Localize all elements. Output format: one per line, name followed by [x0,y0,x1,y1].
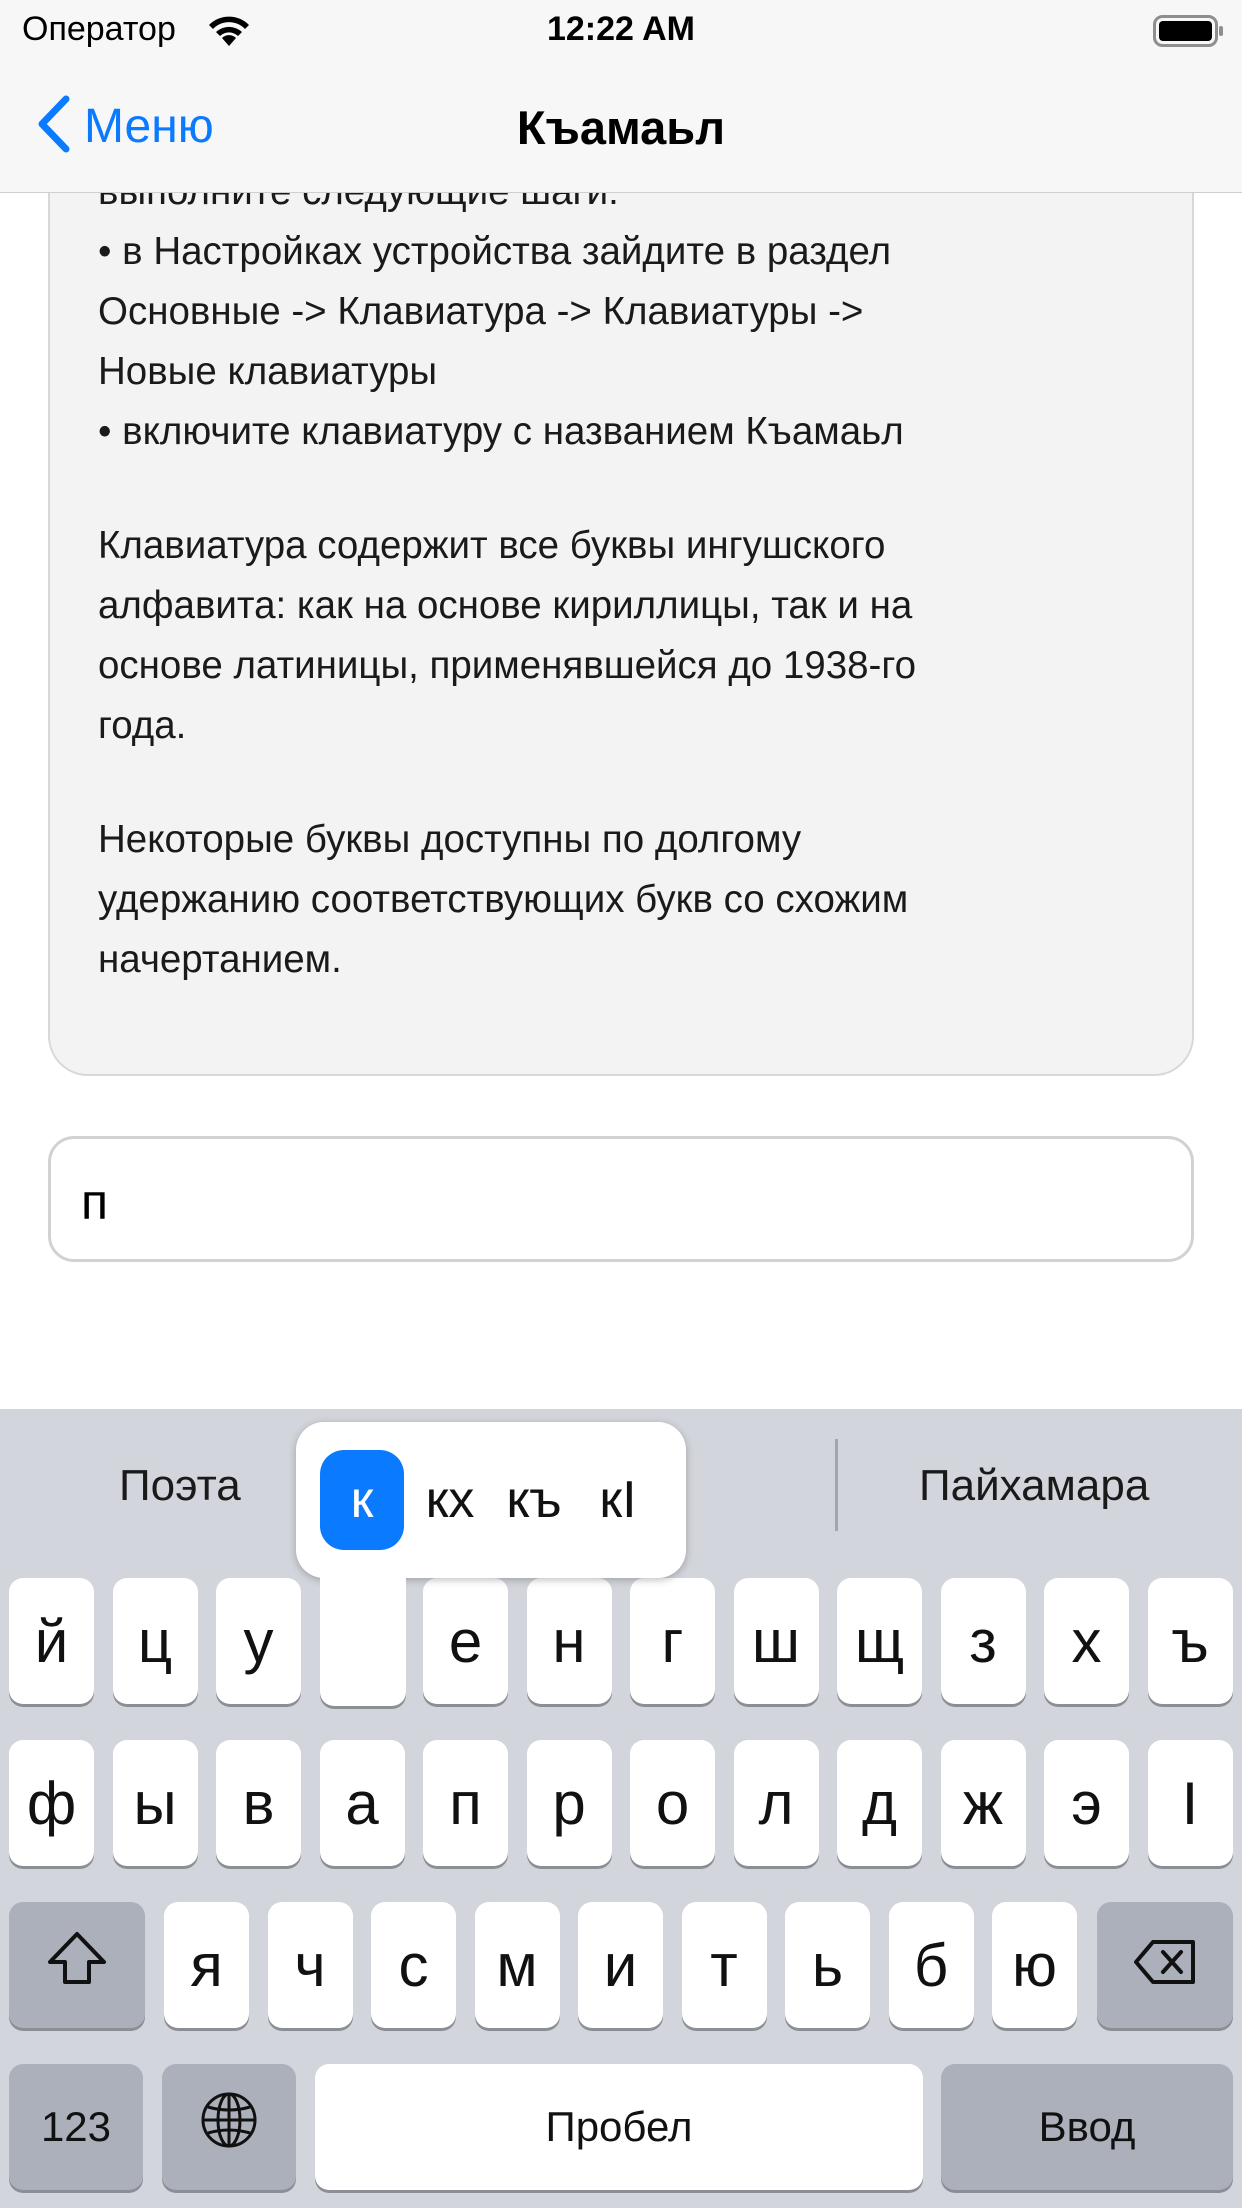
instruction-line: • включите клавиатуру с названием Къамаь… [98,410,904,453]
key-ю[interactable]: ю [992,1902,1077,2028]
longpress-line: удержанию соответствующих букв со схожим [98,878,909,921]
key-ъ[interactable]: ъ [1147,1578,1233,1704]
key-м[interactable]: м [474,1902,560,2028]
instructions-card: выполните следующие шаги: • в Настройках… [48,120,1194,1076]
key-б[interactable]: б [888,1902,974,2028]
text-input[interactable]: п [48,1136,1194,1262]
key-з[interactable]: з [940,1578,1026,1704]
suggestion-item[interactable]: Пайхамара [919,1461,1149,1511]
key-щ[interactable]: щ [837,1578,922,1704]
key-ь[interactable]: ь [785,1902,870,2028]
key-а[interactable]: а [319,1740,405,1866]
clock: 12:22 AM [546,10,696,48]
key-т[interactable]: т [681,1902,767,2028]
popup-option[interactable]: кӀ [576,1450,660,1550]
instruction-line: Новые клавиатуры [98,350,438,393]
key-п[interactable]: п [423,1740,508,1866]
delete-key[interactable] [1097,1902,1233,2028]
key-д[interactable]: д [837,1740,922,1866]
key-я[interactable]: я [164,1902,249,2028]
numbers-key[interactable]: 123 [9,2064,143,2190]
key-ш[interactable]: ш [733,1578,819,1704]
status-bar: Оператор 12:22 AM [0,0,1242,64]
key-ц[interactable]: ц [112,1578,198,1704]
instruction-line: Основные -> Клавиатура -> Клавиатуры -> [98,290,864,333]
text-input-value: п [81,1174,109,1230]
alphabet-line: года. [98,704,187,747]
popup-option[interactable]: кх [408,1450,492,1550]
key-л[interactable]: л [733,1740,819,1866]
space-key[interactable]: Пробел [315,2064,923,2190]
key-о[interactable]: о [630,1740,715,1866]
suggestion-divider [835,1439,838,1531]
key-э[interactable]: э [1044,1740,1129,1866]
page-title: Къамаьл [516,101,726,154]
shift-key[interactable] [9,1902,145,2028]
suggestion-item[interactable]: Поэта [119,1461,241,1511]
shift-icon [46,1930,108,2000]
key-н[interactable]: н [526,1578,612,1704]
alphabet-line: основе латиницы, применявшейся до 1938-г… [98,644,916,687]
instructions-text: выполните следующие шаги: • в Настройках… [98,162,1158,990]
key-й[interactable]: й [9,1578,94,1704]
key-р[interactable]: р [526,1740,612,1866]
globe-icon [199,2090,259,2164]
key-ы[interactable]: ы [112,1740,198,1866]
battery-icon [1153,15,1225,52]
alphabet-line: алфавита: как на основе кириллицы, так и… [98,584,913,627]
long-press-popup: к кх къ кӀ [296,1422,686,1578]
pressed-key-k[interactable] [320,1570,406,1706]
key-е[interactable]: е [423,1578,508,1704]
key-ф[interactable]: ф [9,1740,94,1866]
alphabet-line: Клавиатура содержит все буквы ингушского [98,524,886,567]
return-key[interactable]: Ввод [941,2064,1233,2190]
popup-option-selected[interactable]: к [320,1450,404,1550]
longpress-line: начертанием. [98,938,342,981]
key-в[interactable]: в [216,1740,301,1866]
key-и[interactable]: и [578,1902,663,2028]
navigation-bar: Оператор 12:22 AM Меню Къамаьл [0,0,1242,193]
instruction-line: • в Настройках устройства зайдите в разд… [98,230,892,273]
key-у[interactable]: у [216,1578,301,1704]
key-с[interactable]: с [371,1902,456,2028]
popup-option[interactable]: къ [492,1450,576,1550]
globe-key[interactable] [162,2064,296,2190]
key-х[interactable]: х [1044,1578,1129,1704]
key-г[interactable]: г [630,1578,715,1704]
backspace-icon [1133,1931,1197,2000]
key-ж[interactable]: ж [940,1740,1026,1866]
key-Ӏ[interactable]: Ӏ [1147,1740,1233,1866]
key-ч[interactable]: ч [267,1902,353,2028]
longpress-line: Некоторые буквы доступны по долгому [98,818,802,861]
